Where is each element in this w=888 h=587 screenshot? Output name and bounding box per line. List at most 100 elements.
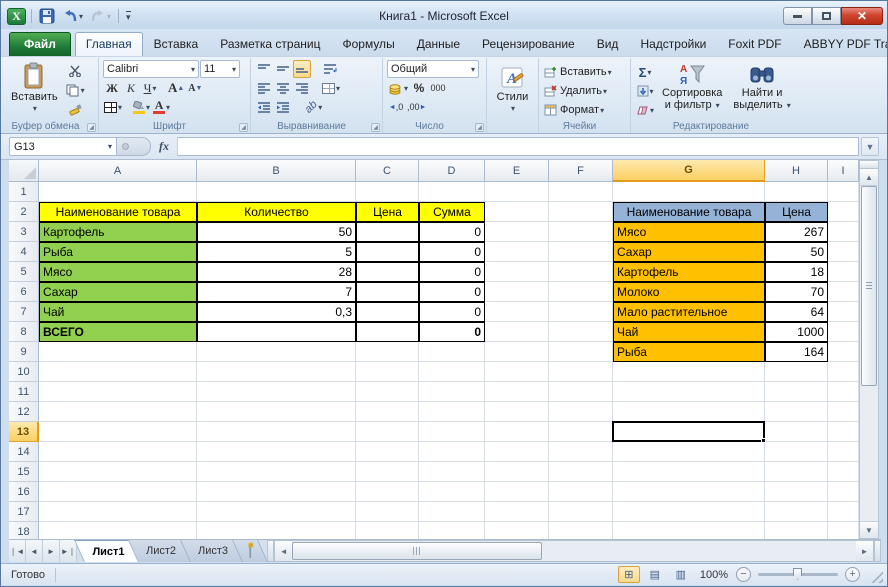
alignment-dialog-launcher[interactable]: ◢ [371, 123, 380, 132]
comma-style-button[interactable]: 000 [429, 79, 447, 97]
cell-D8[interactable]: 0 [419, 322, 485, 342]
cell-E6[interactable] [485, 282, 549, 302]
cell-A18[interactable] [39, 522, 197, 539]
cell-E10[interactable] [485, 362, 549, 382]
cell-F7[interactable] [549, 302, 613, 322]
resize-grip[interactable] [870, 570, 883, 583]
align-bottom-button[interactable] [293, 60, 311, 78]
cell-G4[interactable]: Сахар [613, 242, 765, 262]
number-format-combo[interactable]: Общий▾ [387, 60, 479, 78]
scroll-down-button[interactable]: ▼ [860, 521, 878, 538]
cell-E15[interactable] [485, 462, 549, 482]
vertical-scrollbar[interactable]: ▲ ▼ [859, 160, 879, 539]
cell-F13[interactable] [549, 422, 613, 442]
cell-G6[interactable]: Молоко [613, 282, 765, 302]
cell-H3[interactable]: 267 [765, 222, 828, 242]
cell-C17[interactable] [356, 502, 419, 522]
cell-A5[interactable]: Мясо [39, 262, 197, 282]
name-box-dropdown-icon[interactable]: ▾ [108, 142, 112, 151]
zoom-in-button[interactable]: + [845, 567, 860, 582]
orientation-button[interactable]: ab▾ [304, 98, 323, 116]
align-middle-button[interactable] [274, 60, 292, 78]
cell-D7[interactable]: 0 [419, 302, 485, 322]
cell-A12[interactable] [39, 402, 197, 422]
cell-B6[interactable]: 7 [197, 282, 356, 302]
cell-H15[interactable] [765, 462, 828, 482]
cell-D2[interactable]: Сумма [419, 202, 485, 222]
cell-E7[interactable] [485, 302, 549, 322]
cell-B5[interactable]: 28 [197, 262, 356, 282]
close-button[interactable]: ✕ [841, 7, 883, 25]
format-cells-button[interactable]: Формат▾ [543, 101, 626, 119]
ribbon-tab-Надстройки[interactable]: Надстройки [629, 32, 717, 56]
ribbon-tab-Разметка страниц[interactable]: Разметка страниц [209, 32, 331, 56]
cell-C5[interactable] [356, 262, 419, 282]
row-header-15[interactable]: 15 [9, 462, 39, 482]
cell-E2[interactable] [485, 202, 549, 222]
cell-I5[interactable] [828, 262, 859, 282]
scroll-left-button[interactable]: ◄ [275, 541, 292, 561]
prev-sheet-button[interactable]: ◄ [26, 540, 43, 562]
cell-G8[interactable]: Чай [613, 322, 765, 342]
cell-D13[interactable] [419, 422, 485, 442]
cell-B7[interactable]: 0,3 [197, 302, 356, 322]
row-header-11[interactable]: 11 [9, 382, 39, 402]
cell-C1[interactable] [356, 182, 419, 202]
vertical-scroll-thumb[interactable] [861, 186, 877, 386]
cell-E1[interactable] [485, 182, 549, 202]
page-layout-view-button[interactable]: ▤ [644, 566, 666, 583]
cell-F10[interactable] [549, 362, 613, 382]
align-top-button[interactable] [255, 60, 273, 78]
insert-function-button[interactable]: fx [151, 137, 177, 156]
cell-A17[interactable] [39, 502, 197, 522]
cell-F6[interactable] [549, 282, 613, 302]
italic-button[interactable]: К [122, 79, 140, 97]
cell-F17[interactable] [549, 502, 613, 522]
delete-cells-button[interactable]: Удалить▾ [543, 82, 626, 100]
shrink-font-button[interactable]: А▼ [186, 79, 204, 97]
cell-E17[interactable] [485, 502, 549, 522]
cell-B16[interactable] [197, 482, 356, 502]
ribbon-tab-ABBYY PDF Transfo[interactable]: ABBYY PDF Transfo [793, 32, 888, 56]
align-center-button[interactable] [274, 79, 292, 97]
page-break-view-button[interactable]: ▥ [670, 566, 692, 583]
normal-view-button[interactable]: ⊞ [618, 566, 640, 583]
row-header-17[interactable]: 17 [9, 502, 39, 522]
cell-H16[interactable] [765, 482, 828, 502]
decrease-decimal-button[interactable]: ,00► [406, 98, 427, 116]
maximize-button[interactable] [812, 7, 841, 25]
cell-B10[interactable] [197, 362, 356, 382]
percent-style-button[interactable]: % [410, 79, 428, 97]
fill-button[interactable]: ▾ [635, 82, 655, 100]
cell-B17[interactable] [197, 502, 356, 522]
ribbon-tab-Данные[interactable]: Данные [406, 32, 471, 56]
zoom-level[interactable]: 100% [700, 569, 728, 581]
align-right-button[interactable] [293, 79, 311, 97]
row-header-10[interactable]: 10 [9, 362, 39, 382]
cell-G1[interactable] [613, 182, 765, 202]
cell-A8[interactable]: ВСЕГО [39, 322, 197, 342]
cell-A2[interactable]: Наименование товара [39, 202, 197, 222]
expand-formula-bar-button[interactable]: ▼ [861, 137, 879, 156]
cell-A16[interactable] [39, 482, 197, 502]
cell-F5[interactable] [549, 262, 613, 282]
cell-I15[interactable] [828, 462, 859, 482]
horizontal-scrollbar[interactable]: ◄ ► [274, 540, 874, 562]
cell-C16[interactable] [356, 482, 419, 502]
cell-E9[interactable] [485, 342, 549, 362]
excel-logo-icon[interactable]: X [7, 8, 26, 25]
cell-D18[interactable] [419, 522, 485, 539]
cell-I7[interactable] [828, 302, 859, 322]
cell-G16[interactable] [613, 482, 765, 502]
cell-F15[interactable] [549, 462, 613, 482]
cell-B15[interactable] [197, 462, 356, 482]
cell-A9[interactable] [39, 342, 197, 362]
ribbon-tab-Формулы[interactable]: Формулы [331, 32, 405, 56]
align-left-button[interactable] [255, 79, 273, 97]
column-header-G[interactable]: G [613, 160, 765, 182]
scroll-right-button[interactable]: ► [856, 541, 873, 561]
cell-D15[interactable] [419, 462, 485, 482]
cell-G17[interactable] [613, 502, 765, 522]
cell-A4[interactable]: Рыба [39, 242, 197, 262]
cell-H8[interactable]: 1000 [765, 322, 828, 342]
